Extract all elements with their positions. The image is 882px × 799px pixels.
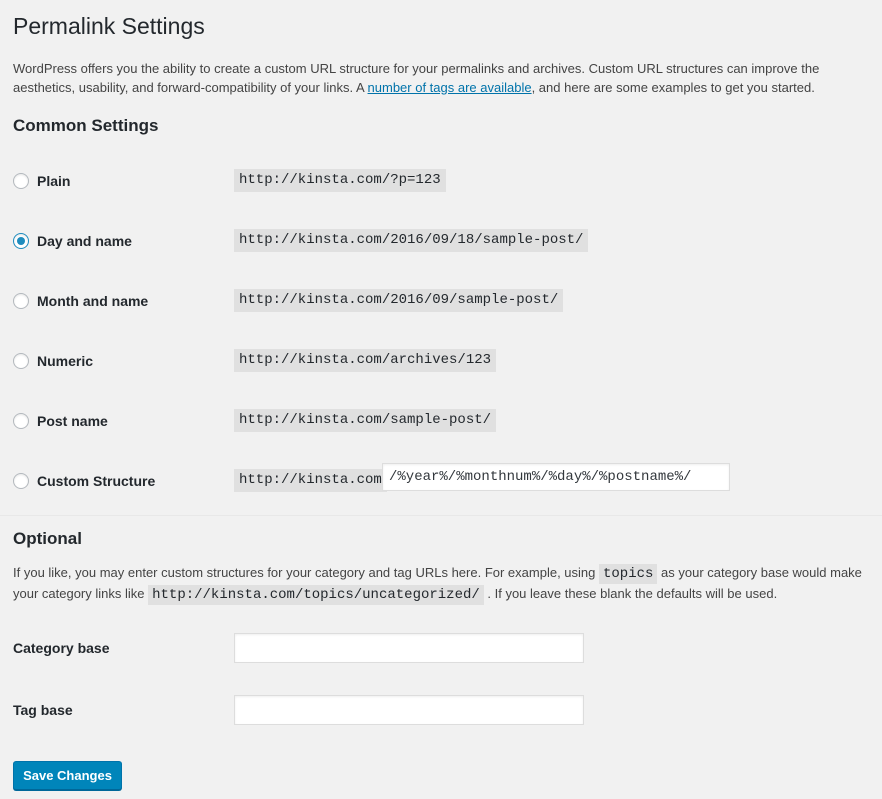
month-and-name-example-url: http://kinsta.com/2016/09/sample-post/ [234, 289, 564, 312]
optional-heading: Optional [13, 529, 82, 548]
optional-description: If you like, you may enter custom struct… [13, 563, 882, 605]
custom-structure-label[interactable]: Custom Structure [37, 473, 155, 489]
numeric-radio[interactable] [13, 353, 29, 369]
intro-text: WordPress offers you the ability to crea… [13, 59, 875, 97]
permalink-option-day-and-name[interactable]: Day and name http://kinsta.com/2016/09/1… [13, 228, 875, 254]
category-link-example-code: http://kinsta.com/topics/uncategorized/ [148, 585, 484, 605]
post-name-label[interactable]: Post name [37, 413, 108, 429]
post-name-radio[interactable] [13, 413, 29, 429]
month-and-name-radio[interactable] [13, 293, 29, 309]
section-divider [0, 515, 882, 516]
numeric-example-url: http://kinsta.com/archives/123 [234, 349, 497, 372]
day-and-name-radio[interactable] [13, 233, 29, 249]
day-and-name-example-url: http://kinsta.com/2016/09/18/sample-post… [234, 229, 589, 252]
category-base-input[interactable] [234, 633, 584, 663]
permalink-option-plain[interactable]: Plain http://kinsta.com/?p=123 [13, 168, 875, 194]
custom-structure-radio[interactable] [13, 473, 29, 489]
plain-label[interactable]: Plain [37, 173, 70, 189]
optional-text-1: If you like, you may enter custom struct… [13, 565, 599, 580]
category-base-label: Category base [13, 640, 110, 656]
plain-example-url: http://kinsta.com/?p=123 [234, 169, 446, 192]
permalink-option-post-name[interactable]: Post name http://kinsta.com/sample-post/ [13, 408, 875, 434]
plain-radio[interactable] [13, 173, 29, 189]
day-and-name-label[interactable]: Day and name [37, 233, 132, 249]
optional-text-3: . If you leave these blank the defaults … [483, 586, 778, 601]
intro-text-end: , and here are some examples to get you … [531, 80, 815, 95]
page-title: Permalink Settings [13, 13, 205, 39]
month-and-name-label[interactable]: Month and name [37, 293, 148, 309]
custom-structure-base-url: http://kinsta.com [234, 469, 387, 492]
permalink-option-custom-structure[interactable]: Custom Structure http://kinsta.com [13, 463, 875, 494]
tag-base-input[interactable] [234, 695, 584, 725]
permalink-option-month-and-name[interactable]: Month and name http://kinsta.com/2016/09… [13, 288, 875, 314]
common-settings-heading: Common Settings [13, 116, 159, 135]
custom-structure-input[interactable] [382, 463, 730, 491]
category-base-example-code: topics [598, 564, 658, 584]
save-changes-button[interactable]: Save Changes [13, 761, 122, 790]
tag-base-label: Tag base [13, 702, 73, 718]
available-tags-link[interactable]: number of tags are available [368, 80, 532, 95]
numeric-label[interactable]: Numeric [37, 353, 93, 369]
post-name-example-url: http://kinsta.com/sample-post/ [234, 409, 497, 432]
permalink-option-numeric[interactable]: Numeric http://kinsta.com/archives/123 [13, 348, 875, 374]
